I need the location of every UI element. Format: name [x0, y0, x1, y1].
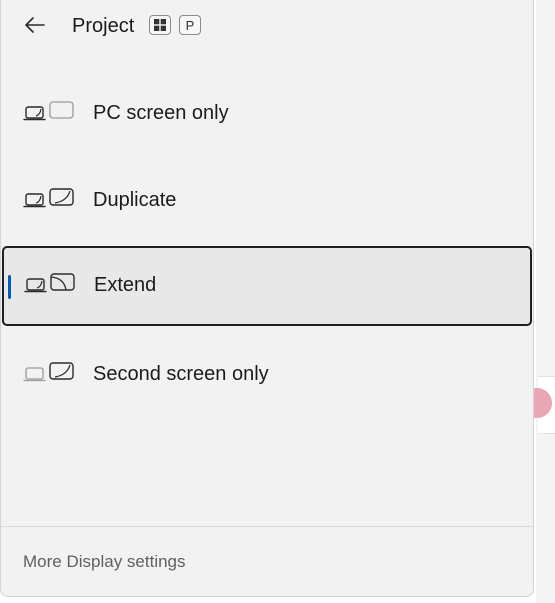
option-extend[interactable]: Extend [2, 246, 532, 326]
flyout-header: Project P [1, 1, 533, 49]
pc-screen-only-icon [23, 101, 74, 121]
flyout-title: Project [72, 15, 135, 37]
option-second-screen-only[interactable]: Second screen only [1, 335, 533, 417]
option-label: PC screen only [93, 102, 229, 124]
duplicate-icon [23, 188, 74, 208]
second-screen-only-icon [23, 362, 74, 382]
p-key-keycap: P [179, 15, 201, 35]
windows-logo-icon [154, 19, 166, 31]
selection-indicator [8, 275, 11, 299]
footer-divider [1, 526, 533, 527]
extend-icon [24, 273, 75, 293]
option-label: Extend [94, 274, 157, 296]
project-flyout: Project P PC screen only Duplicate Exten… [0, 0, 534, 597]
back-button[interactable] [19, 12, 51, 38]
back-arrow-icon [25, 17, 45, 33]
option-label: Duplicate [93, 189, 177, 211]
option-label: Second screen only [93, 363, 269, 385]
more-display-settings-link[interactable]: More Display settings [23, 551, 186, 573]
option-duplicate[interactable]: Duplicate [1, 161, 533, 243]
background-window-edge [536, 0, 555, 603]
windows-key-keycap [149, 15, 171, 35]
option-pc-screen-only[interactable]: PC screen only [1, 74, 533, 156]
